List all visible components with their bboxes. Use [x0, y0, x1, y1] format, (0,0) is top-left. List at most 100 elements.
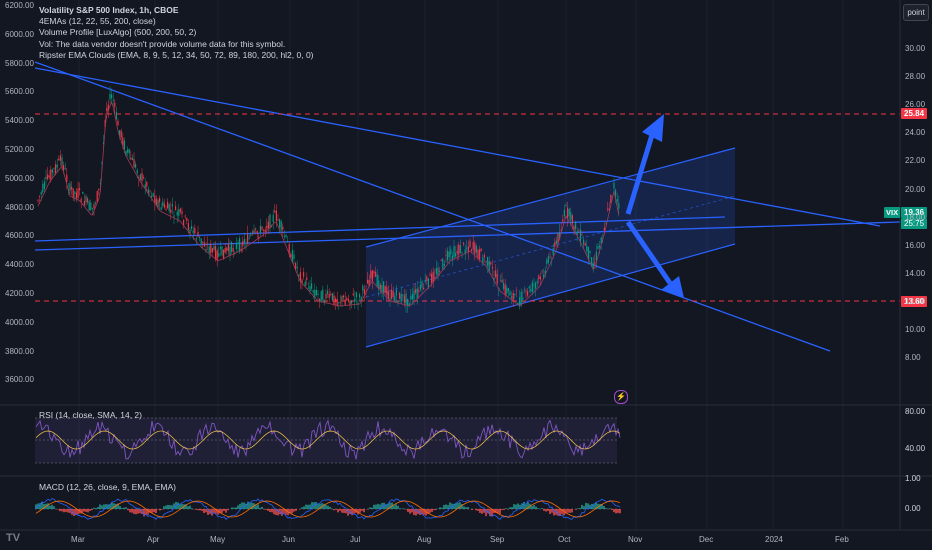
macd-bar: [223, 509, 225, 511]
time-axis-label: Apr: [147, 535, 160, 544]
macd-bar: [89, 509, 91, 511]
candle-body: [435, 268, 437, 275]
candle-body: [317, 293, 319, 295]
tradingview-logo-icon[interactable]: TV: [6, 532, 20, 544]
macd-bar: [187, 506, 189, 509]
time-axis-label: Nov: [628, 535, 643, 544]
candle-body: [287, 240, 289, 243]
macd-bar: [433, 509, 435, 511]
macd-bar: [447, 505, 449, 509]
macd-bar: [225, 509, 227, 513]
macd-bar: [273, 509, 275, 515]
candle-body: [87, 198, 89, 203]
macd-bar: [281, 509, 283, 516]
candle-body: [461, 252, 463, 254]
candle-body: [517, 302, 519, 304]
macd-bar: [415, 509, 417, 516]
macd-bar: [399, 508, 401, 509]
candle-body: [207, 243, 209, 245]
candle-body: [85, 196, 87, 203]
candle-body: [42, 184, 44, 193]
macd-bar: [101, 505, 103, 509]
candle-body: [338, 302, 340, 303]
candle-body: [162, 201, 164, 206]
candle-body: [111, 94, 113, 99]
macd-bar: [179, 503, 181, 509]
candle-body: [165, 209, 167, 211]
candle-body: [200, 238, 202, 245]
rsi-axis-80: 80.00: [905, 407, 926, 416]
candle-body: [392, 290, 394, 297]
macd-bar: [571, 509, 573, 513]
candle-body: [442, 258, 444, 270]
macd-bar: [515, 504, 517, 509]
macd-bar: [615, 509, 617, 514]
candle-body: [155, 198, 157, 205]
candle-body: [541, 270, 543, 272]
chart-title[interactable]: Volatility S&P 500 Index, 1h, CBOE: [39, 5, 314, 16]
indicator-4emas[interactable]: 4EMAs (12, 22, 55, 200, close): [39, 16, 314, 27]
candle-body: [293, 254, 295, 259]
candle-body: [528, 286, 530, 289]
macd-bar: [99, 504, 101, 509]
macd-bar: [201, 509, 203, 511]
macd-bar: [189, 505, 191, 509]
candle-body: [363, 289, 365, 295]
candle-body: [274, 210, 276, 213]
candle-body: [264, 229, 266, 232]
macd-label[interactable]: MACD (12, 26, close, 9, EMA, EMA): [39, 482, 176, 492]
macd-bar: [191, 508, 193, 509]
macd-bar: [507, 509, 509, 510]
candle-body: [469, 240, 471, 248]
candle-body: [511, 296, 513, 299]
candle-body: [211, 248, 213, 253]
candle-body: [216, 250, 218, 261]
candle-body: [69, 183, 71, 191]
candle-body: [367, 279, 369, 284]
candle-body: [170, 209, 172, 213]
candle-body: [471, 249, 473, 251]
macd-bar: [113, 503, 115, 509]
macd-bar: [335, 509, 337, 510]
candle-body: [565, 205, 567, 206]
macd-bar: [531, 506, 533, 509]
lightning-icon[interactable]: ⚡: [614, 390, 628, 404]
candle-body: [584, 243, 586, 246]
candle-body: [239, 238, 241, 252]
trendline-descending-1[interactable]: [34, 67, 881, 227]
rsi-label[interactable]: RSI (14, close, SMA, 14, 2): [39, 410, 142, 420]
candle-body: [195, 238, 197, 240]
candle-body: [327, 290, 329, 295]
candle-body: [578, 231, 580, 233]
macd-bar: [443, 504, 445, 509]
candle-body: [251, 231, 253, 233]
candle-body: [477, 249, 479, 259]
time-axis-label: Dec: [699, 535, 714, 544]
indicator-volume-profile[interactable]: Volume Profile [LuxAlgo] (500, 200, 50, …: [39, 27, 314, 38]
macd-bar: [93, 507, 95, 509]
macd-bar: [203, 509, 205, 513]
candle-body: [259, 226, 261, 233]
indicator-volume[interactable]: Vol: The data vendor doesn't provide vol…: [39, 39, 314, 50]
chart-canvas[interactable]: [0, 0, 932, 550]
candle-body: [272, 214, 274, 223]
macd-bar: [231, 507, 233, 509]
point-button[interactable]: point: [903, 4, 929, 21]
candle-body: [120, 130, 122, 138]
candle-body: [80, 198, 82, 202]
upper-level-tag: 25.84: [901, 108, 928, 119]
candle-body: [256, 230, 258, 234]
candle-body: [397, 301, 399, 303]
macd-bar: [481, 509, 483, 514]
indicator-ripster-clouds[interactable]: Ripster EMA Clouds (EMA, 8, 9, 5, 12, 34…: [39, 50, 314, 61]
candle-body: [123, 140, 125, 150]
candle-body: [322, 289, 324, 301]
candle-body: [55, 164, 57, 174]
candle-body: [179, 208, 181, 212]
candle-body: [391, 289, 393, 299]
regression-channel[interactable]: [366, 148, 735, 347]
candle-body: [184, 215, 186, 217]
candle-body: [418, 289, 420, 292]
macd-bar: [103, 504, 105, 509]
candle-body: [563, 209, 565, 217]
